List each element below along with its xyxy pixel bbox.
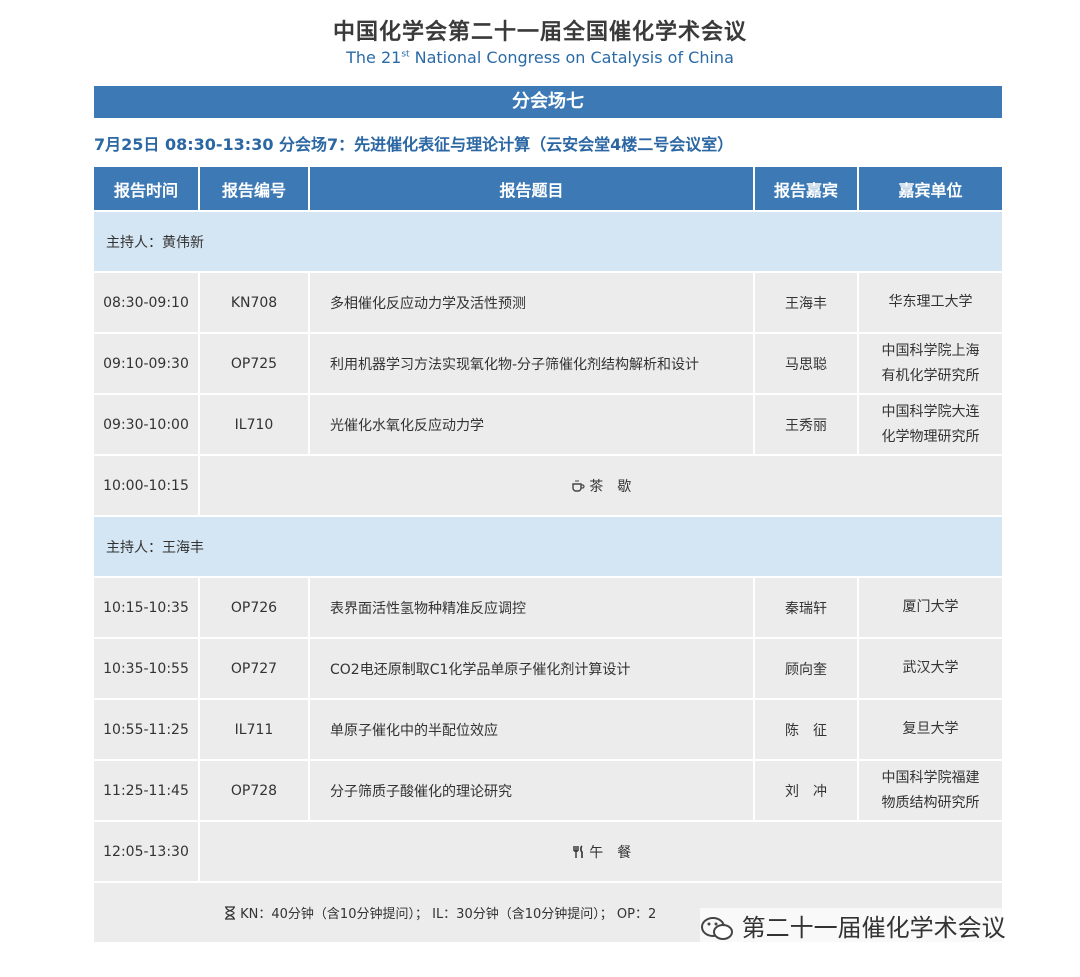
code-cell: OP728 [200,761,308,820]
host-row: 主持人：王海丰 [94,517,1002,576]
unit-line-2: 有机化学研究所 [881,367,980,384]
hourglass-icon [224,906,240,922]
title-en-pre: The 21 [346,48,402,67]
table-row: 08:30-09:10 KN708 多相催化反应动力学及活性预测 王海丰 华东理… [94,273,1002,332]
lunch-cell: 午 餐 [200,822,1002,881]
unit-line-1: 厦门大学 [902,599,959,615]
unit-line-1: 华东理工大学 [888,294,973,310]
fork-knife-icon [571,844,589,861]
time-cell: 11:25-11:45 [94,761,198,820]
unit-cell: 中国科学院大连 化学物理研究所 [859,395,1002,454]
host-label: 主持人：黄伟新 [94,212,1002,271]
unit-line-2: 化学物理研究所 [881,428,980,445]
topic-cell: 光催化水氧化反应动力学 [310,395,753,454]
time-cell: 10:35-10:55 [94,639,198,698]
time-cell: 09:30-10:00 [94,395,198,454]
col-header-time: 报告时间 [94,167,198,210]
topic-cell: CO2电还原制取C1化学品单原子催化剂计算设计 [310,639,753,698]
col-header-speaker: 报告嘉宾 [755,167,857,210]
col-header-topic: 报告题目 [310,167,753,210]
watermark: 第二十一届催化学术会议 [700,908,1006,943]
topic-cell: 表界面活性氢物种精准反应调控 [310,578,753,637]
break-label: 茶 歇 [589,478,632,495]
topic-cell: 利用机器学习方法实现氧化物-分子筛催化剂结构解析和设计 [310,334,753,393]
lunch-label: 午 餐 [589,844,632,861]
speaker-cell: 陈 征 [755,700,857,759]
table-row: 10:15-10:35 OP726 表界面活性氢物种精准反应调控 秦瑞轩 厦门大… [94,578,1002,637]
unit-line-1: 中国科学院福建 [881,769,980,786]
topic-cell: 分子筛质子酸催化的理论研究 [310,761,753,820]
speaker-cell: 王海丰 [755,273,857,332]
unit-line-1: 武汉大学 [902,660,959,676]
table-row: 10:55-11:25 IL711 单原子催化中的半配位效应 陈 征 复旦大学 [94,700,1002,759]
schedule-table: 报告时间 报告编号 报告题目 报告嘉宾 嘉宾单位 主持人：黄伟新 08:30-0… [92,165,1004,944]
title-en-sup: st [401,49,410,60]
col-header-code: 报告编号 [200,167,308,210]
title-en: The 21st National Congress on Catalysis … [0,48,1080,67]
time-cell: 10:15-10:35 [94,578,198,637]
speaker-cell: 王秀丽 [755,395,857,454]
lunch-row: 12:05-13:30 午 餐 [94,822,1002,881]
table-header-row: 报告时间 报告编号 报告题目 报告嘉宾 嘉宾单位 [94,167,1002,210]
unit-line-1: 中国科学院大连 [881,403,980,420]
time-cell: 12:05-13:30 [94,822,198,881]
session-banner: 分会场七 [94,86,1002,118]
host-row: 主持人：黄伟新 [94,212,1002,271]
code-cell: IL710 [200,395,308,454]
code-cell: OP726 [200,578,308,637]
table-row: 09:30-10:00 IL710 光催化水氧化反应动力学 王秀丽 中国科学院大… [94,395,1002,454]
break-row: 10:00-10:15 茶 歇 [94,456,1002,515]
time-cell: 10:00-10:15 [94,456,198,515]
watermark-text: 第二十一届催化学术会议 [741,914,1006,942]
footer-note: KN：40分钟（含10分钟提问）； IL：30分钟（含10分钟提问）； OP：2 [240,907,657,922]
title-cn: 中国化学会第二十一届全国催化学术会议 [332,20,747,45]
code-cell: OP727 [200,639,308,698]
col-header-unit: 嘉宾单位 [859,167,1002,210]
unit-cell: 中国科学院上海 有机化学研究所 [859,334,1002,393]
unit-line-2: 物质结构研究所 [881,794,980,811]
speaker-cell: 刘 冲 [755,761,857,820]
speaker-cell: 顾向奎 [755,639,857,698]
unit-cell: 华东理工大学 [859,273,1002,332]
unit-line-1: 中国科学院上海 [881,342,980,359]
topic-cell: 单原子催化中的半配位效应 [310,700,753,759]
host-label: 主持人：王海丰 [94,517,1002,576]
wechat-icon [700,915,734,943]
unit-cell: 武汉大学 [859,639,1002,698]
code-cell: OP725 [200,334,308,393]
session-info: 7月25日 08:30-13:30 分会场7：先进催化表征与理论计算（云安会堂4… [94,135,734,154]
unit-cell: 复旦大学 [859,700,1002,759]
time-cell: 09:10-09:30 [94,334,198,393]
table-row: 10:35-10:55 OP727 CO2电还原制取C1化学品单原子催化剂计算设… [94,639,1002,698]
speaker-cell: 秦瑞轩 [755,578,857,637]
unit-line-1: 复旦大学 [902,721,959,737]
speaker-cell: 马思聪 [755,334,857,393]
tea-cup-icon [571,479,589,495]
code-cell: KN708 [200,273,308,332]
topic-cell: 多相催化反应动力学及活性预测 [310,273,753,332]
time-cell: 10:55-11:25 [94,700,198,759]
code-cell: IL711 [200,700,308,759]
table-row: 09:10-09:30 OP725 利用机器学习方法实现氧化物-分子筛催化剂结构… [94,334,1002,393]
time-cell: 08:30-09:10 [94,273,198,332]
unit-cell: 中国科学院福建 物质结构研究所 [859,761,1002,820]
title-en-post: National Congress on Catalysis of China [409,48,734,67]
unit-cell: 厦门大学 [859,578,1002,637]
table-row: 11:25-11:45 OP728 分子筛质子酸催化的理论研究 刘 冲 中国科学… [94,761,1002,820]
break-cell: 茶 歇 [200,456,1002,515]
